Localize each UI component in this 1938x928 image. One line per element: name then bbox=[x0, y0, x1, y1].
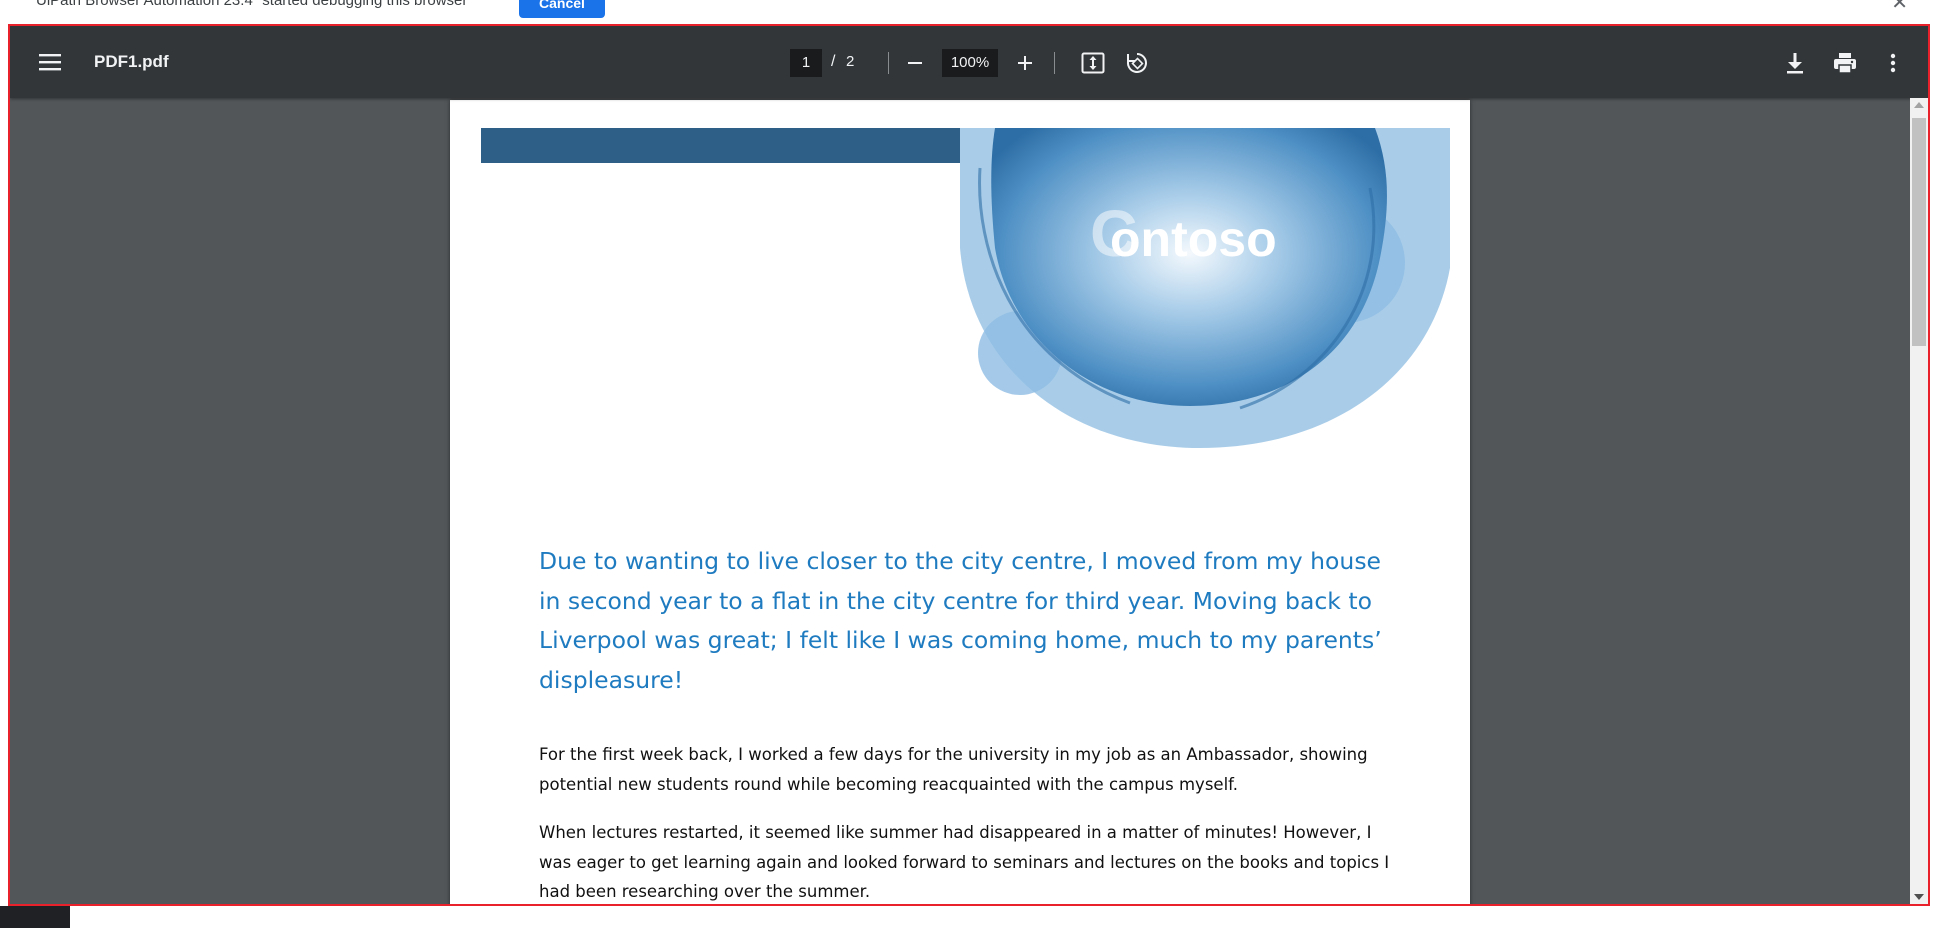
scroll-down-arrow-icon[interactable] bbox=[1914, 894, 1924, 900]
logo-text: ontoso bbox=[1110, 211, 1277, 267]
print-icon[interactable] bbox=[1830, 48, 1860, 78]
toolbar-divider bbox=[888, 52, 889, 74]
page-separator: / bbox=[831, 53, 836, 70]
page-number-input[interactable]: 1 bbox=[790, 49, 822, 77]
taskbar-start-area bbox=[0, 906, 70, 928]
pdf-viewer: PDF1.pdf 1 / 2 100% C ontoso Due to want… bbox=[8, 24, 1930, 906]
scroll-thumb[interactable] bbox=[1912, 118, 1926, 346]
infobar-message: UiPath Browser Automation 23.4" started … bbox=[36, 0, 468, 9]
vertical-scrollbar[interactable] bbox=[1910, 98, 1928, 904]
banner-bar bbox=[481, 128, 991, 163]
more-options-icon[interactable] bbox=[1882, 48, 1904, 78]
fit-to-page-icon[interactable] bbox=[1078, 48, 1108, 78]
download-icon[interactable] bbox=[1780, 48, 1810, 78]
toolbar-divider bbox=[1054, 52, 1055, 74]
zoom-out-icon[interactable] bbox=[901, 49, 929, 77]
contoso-logo-graphic: C ontoso bbox=[960, 128, 1450, 448]
debugging-infobar: UiPath Browser Automation 23.4" started … bbox=[0, 0, 1938, 24]
close-icon[interactable]: ✕ bbox=[1891, 0, 1908, 15]
zoom-in-icon[interactable] bbox=[1011, 49, 1039, 77]
intro-paragraph: Due to wanting to live closer to the cit… bbox=[539, 547, 1382, 694]
pdf-toolbar: PDF1.pdf 1 / 2 100% bbox=[10, 26, 1928, 98]
body-paragraph: When lectures restarted, it seemed like … bbox=[539, 823, 1390, 901]
scroll-up-arrow-icon[interactable] bbox=[1914, 102, 1924, 108]
zoom-level-input[interactable]: 100% bbox=[942, 49, 998, 77]
rotate-icon[interactable] bbox=[1122, 48, 1152, 78]
file-name: PDF1.pdf bbox=[94, 52, 169, 71]
menu-icon[interactable] bbox=[34, 48, 66, 76]
total-pages: 2 bbox=[846, 53, 855, 70]
body-paragraph: For the first week back, I worked a few … bbox=[539, 745, 1368, 794]
taskbar-strip bbox=[0, 906, 1938, 928]
cancel-button[interactable]: Cancel bbox=[519, 0, 605, 18]
pdf-page: C ontoso Due to wanting to live closer t… bbox=[450, 100, 1470, 904]
